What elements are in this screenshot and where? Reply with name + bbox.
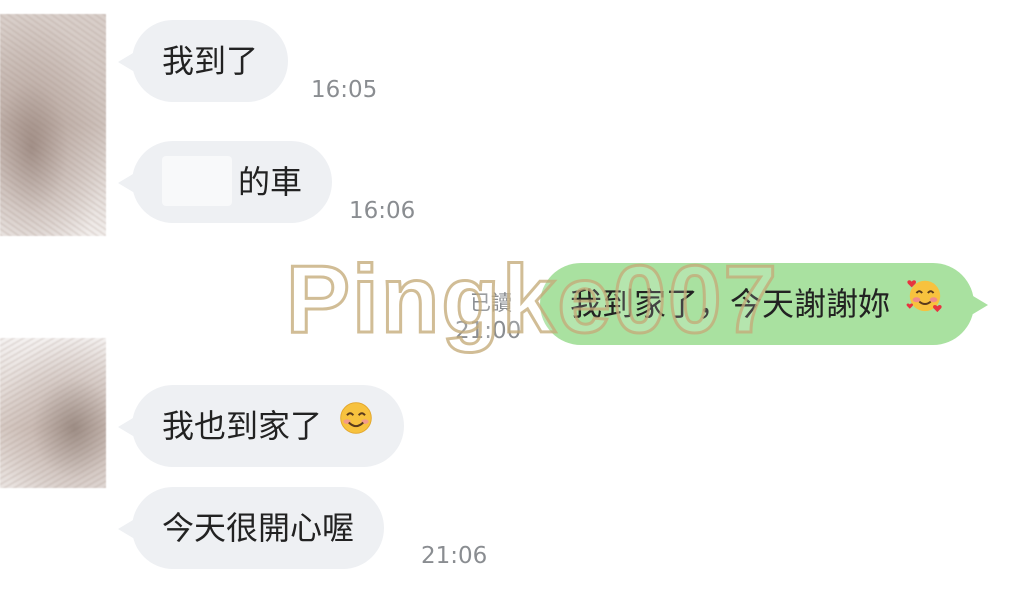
message-timestamp: 16:05	[311, 77, 378, 103]
message-text: 的車	[238, 163, 303, 201]
message-text: 今天很開心喔	[162, 509, 355, 547]
smiling-face-icon	[338, 384, 374, 466]
message-text: 我到家了，今天謝謝妳	[570, 285, 891, 323]
message-text: 我也到家了	[162, 407, 323, 445]
message-timestamp: 16:06	[349, 198, 416, 224]
read-receipt: 已讀	[470, 291, 512, 315]
message-timestamp: 21:06	[421, 543, 488, 569]
sender-avatar[interactable]	[0, 338, 106, 488]
message-timestamp: 21:00	[455, 318, 522, 344]
message-bubble-incoming[interactable]: 我到了	[117, 20, 289, 102]
smiling-face-with-hearts-icon	[906, 262, 944, 344]
redacted-name-block	[162, 156, 232, 206]
message-bubble-outgoing[interactable]: 我到家了，今天謝謝妳	[540, 262, 989, 345]
message-text: 我到了	[162, 42, 259, 80]
sender-avatar[interactable]	[0, 14, 106, 236]
message-bubble-incoming[interactable]: 今天很開心喔	[117, 487, 385, 569]
message-bubble-incoming[interactable]: 我也到家了	[117, 384, 405, 467]
message-bubble-incoming[interactable]: 的車	[117, 141, 333, 223]
